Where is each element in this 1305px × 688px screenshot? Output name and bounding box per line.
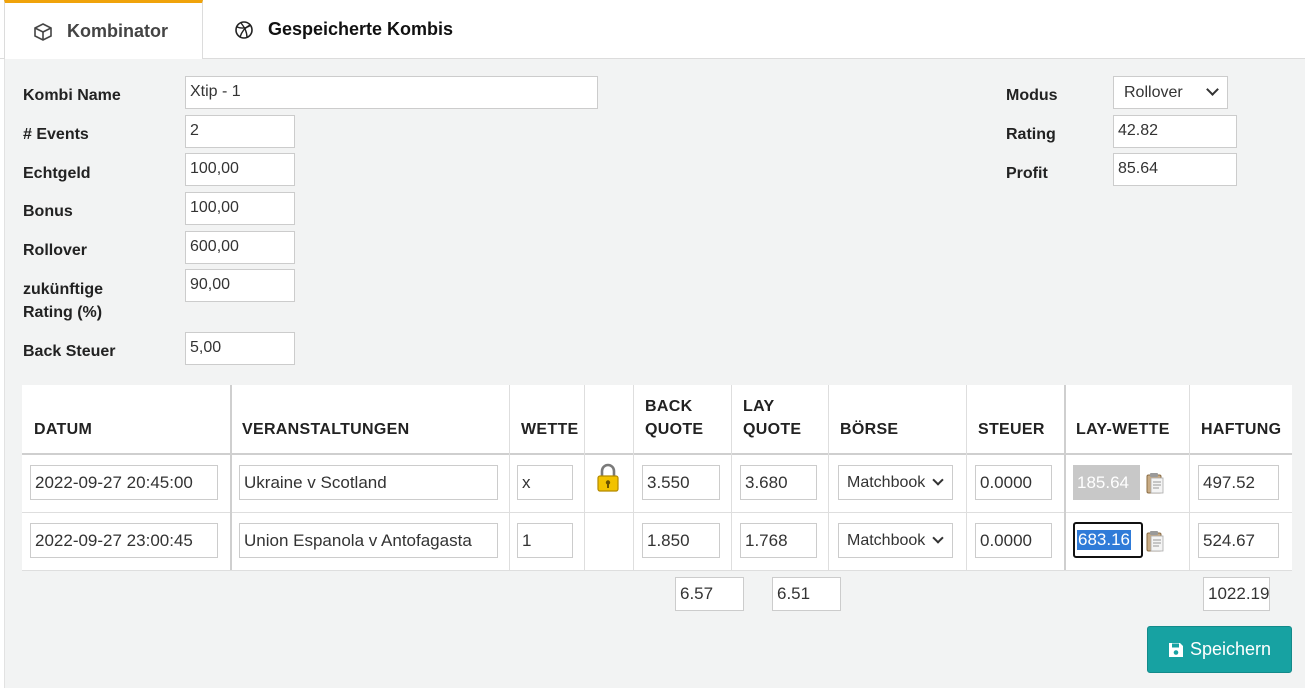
tab-gespeicherte-kombis-label: Gespeicherte Kombis (268, 19, 454, 39)
chevron-down-icon (1206, 83, 1219, 96)
row2-boerse-value: Matchbook (847, 531, 926, 549)
lock-icon[interactable] (596, 463, 620, 493)
header-lay-wette: LAY-WETTE (1076, 421, 1170, 438)
header-steuer: STEUER (978, 421, 1045, 438)
header-datum: DATUM (34, 421, 93, 438)
row-divider (22, 512, 1292, 513)
clipboard-icon[interactable] (1146, 530, 1164, 552)
header-back-quote-line1: BACK (645, 398, 693, 415)
row1-haftung-input[interactable]: 497.52 (1198, 465, 1279, 500)
row1-boerse-select[interactable]: Matchbook (838, 465, 953, 500)
kombi-name-input[interactable]: Xtip - 1 (185, 76, 598, 109)
rating-label: Rating (1006, 126, 1056, 143)
total-back-quote-input[interactable]: 6.57 (675, 577, 744, 611)
column-divider (230, 385, 232, 570)
row1-back-quote-input[interactable]: 3.550 (642, 465, 720, 500)
row1-boerse-value: Matchbook (847, 473, 926, 491)
header-lay-quote: LAY QUOTE (731, 385, 828, 453)
column-divider (731, 385, 732, 570)
header-wette: WETTE (521, 421, 579, 438)
header-divider (22, 453, 1292, 455)
row2-haftung-input[interactable]: 524.67 (1198, 523, 1279, 558)
modus-label: Modus (1006, 87, 1058, 104)
chevron-down-icon (932, 474, 944, 486)
tab-kombinator-label: Kombinator (67, 21, 168, 41)
header-lay-quote-line1: LAY (743, 398, 775, 415)
tab-gespeicherte-kombis[interactable]: Gespeicherte Kombis (234, 0, 453, 59)
header-veranstaltungen: VERANSTALTUNGEN (242, 421, 410, 438)
row1-lay-wette-value: 185.64 (1073, 465, 1140, 500)
row1-wette-input[interactable]: x (517, 465, 573, 500)
cube-icon (34, 22, 52, 41)
row2-lay-quote-input[interactable]: 1.768 (740, 523, 817, 558)
tab-kombinator[interactable]: Kombinator (4, 0, 203, 60)
bonus-input[interactable]: 100,00 (185, 192, 295, 225)
echtgeld-input[interactable]: 100,00 (185, 153, 295, 186)
modus-select-value: Rollover (1124, 83, 1183, 101)
column-divider (584, 385, 585, 570)
header-lay-quote-line2: QUOTE (743, 421, 802, 438)
zukuenftige-rating-input[interactable]: 90,00 (185, 269, 295, 302)
clipboard-icon[interactable] (1146, 472, 1164, 494)
zukuenftige-rating-label-line2: Rating (%) (23, 304, 103, 321)
total-haftung-input[interactable]: 1022.19 (1203, 577, 1270, 611)
column-divider (633, 385, 634, 570)
column-divider (509, 385, 510, 570)
row2-veranstaltung-input[interactable]: Union Espanola v Antofagasta (239, 523, 498, 558)
save-button[interactable]: Speichern (1147, 626, 1292, 673)
kombinator-panel: Kombi Name Xtip - 1 # Events 2 Echtgeld … (4, 59, 1305, 688)
header-boerse: BÖRSE (840, 421, 899, 438)
total-lay-quote-input[interactable]: 6.51 (772, 577, 841, 611)
back-steuer-input[interactable]: 5,00 (185, 332, 295, 365)
row2-boerse-select[interactable]: Matchbook (838, 523, 953, 558)
row-divider (22, 570, 1292, 571)
row1-veranstaltung-input[interactable]: Ukraine v Scotland (239, 465, 498, 500)
rating-input[interactable]: 42.82 (1113, 115, 1237, 148)
save-button-label: Speichern (1189, 639, 1272, 659)
echtgeld-label: Echtgeld (23, 165, 91, 182)
events-table: DATUM VERANSTALTUNGEN WETTE BACK QUOTE L… (22, 385, 1292, 571)
header-back-quote-line2: QUOTE (645, 421, 704, 438)
row1-datum-input[interactable]: 2022-09-27 20:45:00 (30, 465, 218, 500)
profit-input[interactable]: 85.64 (1113, 153, 1237, 186)
bonus-label: Bonus (23, 203, 73, 220)
back-steuer-label: Back Steuer (23, 343, 116, 360)
rollover-input[interactable]: 600,00 (185, 231, 295, 264)
row1-lay-quote-input[interactable]: 3.680 (740, 465, 817, 500)
rollover-label: Rollover (23, 242, 88, 259)
chevron-down-icon (932, 532, 944, 544)
column-divider (966, 385, 967, 570)
row2-datum-input[interactable]: 2022-09-27 23:00:45 (30, 523, 218, 558)
header-back-quote: BACK QUOTE (633, 385, 731, 453)
events-label: # Events (23, 126, 89, 143)
row2-wette-input[interactable]: 1 (517, 523, 573, 558)
modus-select[interactable]: Rollover (1113, 76, 1228, 109)
row1-steuer-input[interactable]: 0.0000 (975, 465, 1052, 500)
dribbble-ball-icon (235, 20, 253, 39)
row2-lay-wette-input[interactable]: 683.16 (1073, 522, 1143, 558)
column-divider (1189, 385, 1190, 570)
row2-steuer-input[interactable]: 0.0000 (975, 523, 1052, 558)
zukuenftige-rating-label-line1: zukünftige (23, 281, 103, 298)
row2-back-quote-input[interactable]: 1.850 (642, 523, 720, 558)
floppy-disk-icon (1168, 642, 1183, 657)
kombi-name-label: Kombi Name (23, 87, 121, 104)
tab-bar: Kombinator Gespeicherte Kombis (0, 0, 1305, 60)
column-divider (1064, 385, 1066, 570)
events-input[interactable]: 2 (185, 115, 295, 148)
profit-label: Profit (1006, 165, 1048, 182)
column-divider (828, 385, 829, 570)
row2-lay-wette-selected-text: 683.16 (1077, 530, 1131, 550)
header-haftung: HAFTUNG (1201, 421, 1282, 438)
